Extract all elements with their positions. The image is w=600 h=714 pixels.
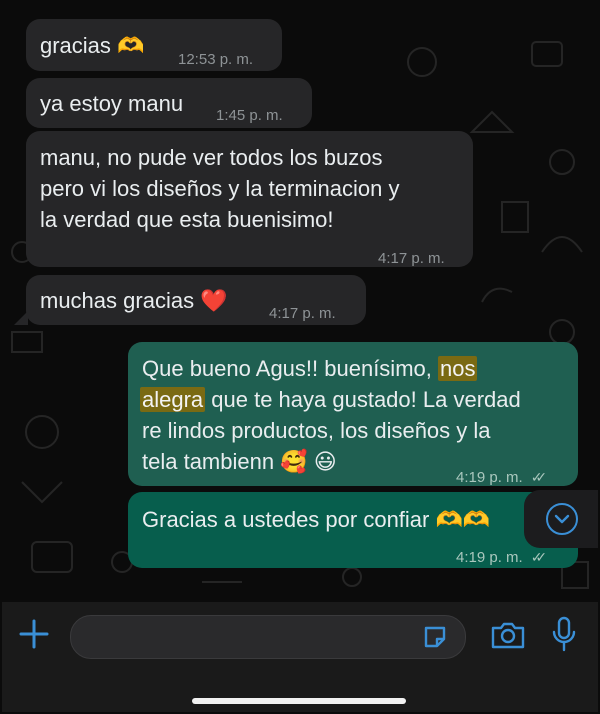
chevron-down-icon <box>546 503 578 535</box>
double-check-icon: ✓✓ <box>530 469 548 485</box>
message-text-line: manu, no pude ver todos los buzos <box>40 145 383 170</box>
bubble-tail <box>14 311 28 325</box>
message-time: 1:45 p. m. <box>216 107 283 124</box>
message-time: 4:17 p. m. <box>378 250 445 267</box>
message-text-line: alegra que te haya gustado! La verdad <box>140 387 521 412</box>
message-input[interactable] <box>70 615 466 659</box>
incoming-message[interactable]: manu, no pude ver todos los buzos pero v… <box>26 131 473 267</box>
incoming-message[interactable]: ya estoy manu 1:45 p. m. <box>26 78 312 128</box>
sticker-icon[interactable] <box>421 623 449 651</box>
message-text: Gracias a ustedes por confiar 🫶🫶 <box>142 507 491 532</box>
composer-bar <box>2 602 598 712</box>
message-time: 4:19 p. m. ✓✓ <box>456 462 548 493</box>
home-indicator <box>192 698 406 704</box>
message-text-line: la verdad que esta buenisimo! <box>40 207 334 232</box>
scroll-to-bottom-button[interactable] <box>524 490 598 548</box>
search-highlight: nos <box>437 356 478 381</box>
message-text-line: Que bueno Agus!! buenísimo, nos <box>142 356 478 381</box>
outgoing-message[interactable]: Que bueno Agus!! buenísimo, nos alegra q… <box>128 342 578 486</box>
plus-icon[interactable] <box>18 618 50 650</box>
message-time: 4:19 p. m. ✓✓ <box>456 542 548 573</box>
incoming-message[interactable]: muchas gracias ❤️ 4:17 p. m. <box>26 275 366 325</box>
message-text-line: re lindos productos, los diseños y la <box>142 418 491 443</box>
message-text: gracias 🫶 <box>40 33 145 58</box>
incoming-message[interactable]: gracias 🫶 12:53 p. m. <box>26 19 282 71</box>
message-text: ya estoy manu <box>40 91 184 116</box>
microphone-icon[interactable] <box>550 616 578 654</box>
camera-icon[interactable] <box>490 619 526 651</box>
search-highlight: alegra <box>140 387 206 412</box>
message-text-line: tela tambienn 🥰 😃 <box>142 449 337 474</box>
message-text: muchas gracias ❤️ <box>40 288 228 313</box>
chat-screen: gracias 🫶 12:53 p. m. ya estoy manu 1:45… <box>2 2 598 712</box>
message-text-line: pero vi los diseños y la terminacion y <box>40 176 400 201</box>
outgoing-message[interactable]: Gracias a ustedes por confiar 🫶🫶 4:19 p.… <box>128 492 578 568</box>
message-time: 4:17 p. m. <box>269 305 336 322</box>
message-time: 12:53 p. m. <box>178 51 254 68</box>
